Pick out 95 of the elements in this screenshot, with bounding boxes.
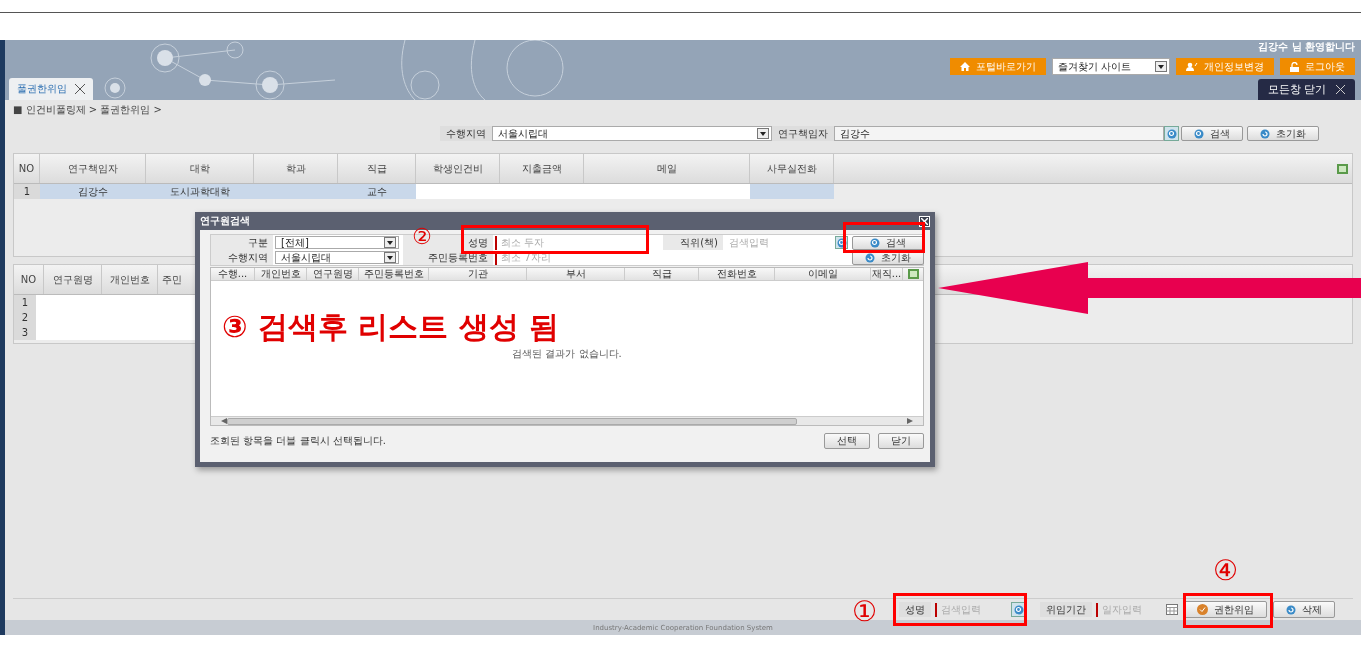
- leader-field[interactable]: 김강수: [834, 126, 1164, 141]
- step-number: ④: [1213, 557, 1239, 585]
- field-label: 직위(책): [663, 235, 723, 250]
- step-number: ②: [412, 226, 432, 248]
- column-header: 수행...: [211, 268, 255, 280]
- delegate-button[interactable]: 권한위임: [1184, 601, 1267, 618]
- field-label: 위임기간: [1040, 602, 1092, 617]
- close-icon: [921, 217, 928, 225]
- table-cell-text: 김강수: [77, 184, 109, 199]
- welcome-text: 김강수 님 환영합니다: [1258, 40, 1355, 54]
- empty-message: 검색된 결과가 없습니다.: [512, 347, 622, 361]
- table-cell-text: 도시과학대학: [169, 184, 231, 199]
- position-input[interactable]: 검색입력: [725, 235, 829, 250]
- delete-button[interactable]: 삭제: [1273, 601, 1335, 618]
- excel-icon[interactable]: [908, 269, 919, 279]
- reset-button[interactable]: 초기화: [1247, 126, 1319, 141]
- field-label: 연구책임자: [772, 126, 834, 141]
- step-number: ①: [852, 598, 878, 626]
- caret-icon: [760, 131, 766, 136]
- table-cell-text: 교수: [366, 184, 388, 199]
- column-header: 학과: [254, 154, 338, 183]
- search-icon: [870, 237, 880, 248]
- annotation-text: ③ 검색후 리스트 생성 됨: [222, 312, 560, 342]
- row-number: 3: [14, 325, 36, 340]
- dialog-title: 연구원검색: [200, 214, 250, 228]
- search-icon-button[interactable]: [1164, 126, 1179, 141]
- refresh-icon: [1260, 128, 1270, 139]
- column-header: 연구원명: [44, 265, 102, 294]
- column-header: 전화번호: [699, 268, 775, 280]
- dropdown-button[interactable]: [384, 252, 396, 263]
- column-header: NO: [14, 265, 44, 294]
- scrollbar[interactable]: [211, 416, 923, 425]
- field-label: 수행지역: [440, 126, 492, 141]
- column-header: 사무실전화: [750, 154, 834, 183]
- column-header: 기관: [429, 268, 527, 280]
- caret-icon: [387, 255, 393, 260]
- region-select[interactable]: 서울시립대: [275, 251, 399, 264]
- caret-icon: [387, 240, 393, 245]
- column-header: 재직...: [871, 268, 903, 280]
- dropdown-button[interactable]: [384, 237, 396, 248]
- table-row[interactable]: 1 김강수 도시과학대학 교수: [14, 184, 834, 199]
- search-icon: [1013, 604, 1024, 615]
- breadcrumb: ■ 인건비풀링제 > 풀권한위임 >: [13, 103, 163, 117]
- column-header: 학생인건비: [416, 154, 500, 183]
- column-header: 메일: [584, 154, 750, 183]
- select-button[interactable]: 선택: [824, 433, 870, 449]
- lock-icon: [1290, 61, 1299, 72]
- hint-text: 조회된 항목을 더블 클릭시 선택됩니다.: [210, 434, 386, 448]
- table-cell: 1: [14, 184, 40, 199]
- search-button[interactable]: 검색: [1181, 126, 1243, 141]
- field-label: 성명: [899, 602, 931, 617]
- column-header: 대학: [146, 154, 254, 183]
- caret-icon: [1158, 64, 1164, 69]
- refresh-icon: [865, 252, 875, 263]
- scrollbar-thumb[interactable]: [227, 417, 797, 425]
- row-number: 1: [14, 295, 36, 310]
- column-header: 개인번호: [255, 268, 307, 280]
- close-all-button[interactable]: 모든창 닫기: [1257, 79, 1355, 100]
- name-input[interactable]: 최소 두자: [495, 235, 641, 250]
- check-icon: [1197, 604, 1208, 615]
- column-header: 개인번호: [102, 265, 158, 294]
- search-button[interactable]: 검색: [852, 235, 924, 250]
- close-button[interactable]: 닫기: [878, 433, 924, 449]
- column-header: 직급: [338, 154, 416, 183]
- column-header: 주민등록번호: [359, 268, 429, 280]
- date-input[interactable]: 일자입력: [1096, 602, 1162, 617]
- type-select[interactable]: [전체]: [275, 236, 399, 249]
- scroll-right-icon[interactable]: [907, 418, 913, 424]
- field-label: 주민등록번호: [403, 250, 493, 265]
- close-icon[interactable]: [75, 84, 85, 94]
- person-icon: [1186, 62, 1198, 71]
- dropdown-button[interactable]: [757, 128, 769, 139]
- column-header: 연구책임자: [40, 154, 146, 183]
- search-icon: [1194, 128, 1204, 139]
- region-select[interactable]: 서울시립대: [492, 126, 772, 141]
- favorites-select[interactable]: 즐겨찾기 사이트: [1052, 58, 1170, 75]
- page-tab[interactable]: 풀권한위임: [9, 78, 93, 100]
- scroll-left-icon[interactable]: [221, 418, 227, 424]
- excel-icon[interactable]: [1337, 163, 1348, 174]
- close-button[interactable]: [919, 215, 930, 227]
- column-header: 연구원명: [307, 268, 359, 280]
- home-icon: [960, 62, 970, 71]
- column-header: 직급: [625, 268, 699, 280]
- calendar-icon[interactable]: [1166, 604, 1178, 615]
- column-header: 부서: [527, 268, 625, 280]
- field-label: 수행지역: [211, 250, 273, 265]
- column-header: 이메일: [775, 268, 871, 280]
- dropdown-button[interactable]: [1155, 61, 1167, 72]
- column-header: NO: [14, 154, 40, 183]
- arrow-icon: [938, 262, 1361, 314]
- row-number: 2: [14, 310, 36, 325]
- refresh-icon: [1286, 604, 1296, 615]
- column-header: 지출금액: [500, 154, 584, 183]
- search-icon: [1166, 128, 1177, 139]
- field-label: 구분: [211, 235, 273, 250]
